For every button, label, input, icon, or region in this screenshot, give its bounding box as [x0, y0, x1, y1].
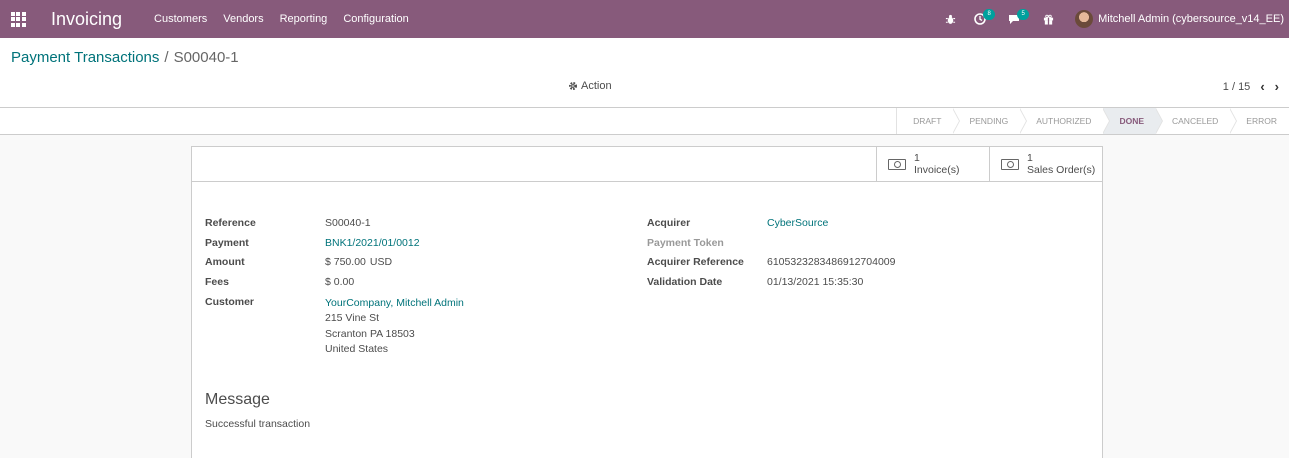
- stage-error: ERROR: [1246, 116, 1277, 126]
- control-panel: Payment Transactions / S00040-1 Action 1 /…: [0, 38, 1289, 108]
- customer-address-street: 215 Vine St: [325, 312, 380, 324]
- top-navbar: Invoicing Customers Vendors Reporting Co…: [0, 0, 1289, 38]
- breadcrumb-current: S00040-1: [173, 49, 239, 66]
- activity-badge: 8: [983, 9, 996, 20]
- invoices-label: Invoice(s): [914, 164, 960, 176]
- menu-reporting[interactable]: Reporting: [280, 13, 328, 25]
- pager-previous-icon[interactable]: ‹: [1260, 79, 1264, 94]
- activity-clock-icon[interactable]: 8: [965, 0, 996, 38]
- fees-label: Fees: [205, 276, 229, 288]
- gear-icon: [569, 82, 577, 90]
- breadcrumb-parent-link[interactable]: Payment Transactions: [11, 49, 159, 66]
- action-label: Action: [581, 80, 612, 92]
- pager: 1 / 15 ‹ ›: [1223, 79, 1279, 94]
- money-icon: [1001, 158, 1019, 170]
- app-name[interactable]: Invoicing: [51, 9, 122, 30]
- payment-label: Payment: [205, 237, 249, 249]
- message-title: Message: [205, 391, 270, 408]
- sales-orders-count: 1: [1027, 152, 1033, 164]
- payment-token-label: Payment Token: [647, 237, 724, 249]
- invoices-count: 1: [914, 152, 920, 164]
- status-bar: DRAFT PENDING AUTHORIZED DONE CANCELED E…: [0, 108, 1289, 135]
- money-icon: [888, 158, 906, 170]
- debug-bug-icon[interactable]: [935, 0, 965, 38]
- breadcrumb: Payment Transactions / S00040-1: [11, 49, 239, 66]
- stage-pending: PENDING: [953, 108, 1027, 134]
- pager-next-icon[interactable]: ›: [1275, 79, 1279, 94]
- customer-address-country: United States: [325, 343, 389, 355]
- form-sheet: 1 Invoice(s) 1 Sales Order(s) Reference …: [191, 146, 1103, 458]
- stage-draft: DRAFT: [896, 108, 961, 134]
- sales-orders-label: Sales Order(s): [1027, 164, 1096, 176]
- smart-button-box: 1 Invoice(s) 1 Sales Order(s): [876, 147, 1102, 182]
- reference-label: Reference: [205, 217, 256, 229]
- menu-vendors[interactable]: Vendors: [223, 13, 263, 25]
- stage-done: DONE: [1103, 108, 1163, 134]
- stage-canceled: CANCELED: [1156, 108, 1238, 134]
- customer-address-city: Scranton PA 18503: [325, 327, 415, 340]
- sales-orders-smart-button[interactable]: 1 Sales Order(s): [989, 147, 1102, 181]
- menu-configuration[interactable]: Configuration: [343, 13, 408, 25]
- messages-badge: 5: [1017, 9, 1030, 20]
- message-text: Successful transaction: [205, 418, 311, 430]
- right-field-group: Acquirer CyberSource Payment Token Acqui…: [647, 217, 1077, 296]
- fees-value: $ 0.00: [325, 276, 355, 288]
- amount-value: $ 750.00: [325, 256, 366, 268]
- breadcrumb-separator: /: [164, 49, 169, 66]
- validation-date-label: Validation Date: [647, 276, 723, 288]
- customer-label: Customer: [205, 296, 255, 308]
- acquirer-reference-value: 6105323283486912704009: [767, 256, 896, 268]
- apps-grid-icon: [10, 11, 26, 27]
- user-menu[interactable]: Mitchell Admin (cybersource_v14_EE): [1075, 10, 1284, 28]
- acquirer-link[interactable]: CyberSource: [767, 217, 828, 237]
- payment-link[interactable]: BNK1/2021/01/0012: [325, 237, 420, 256]
- reference-value: S00040-1: [325, 217, 371, 229]
- amount-label: Amount: [205, 256, 245, 268]
- pager-value[interactable]: 1 / 15: [1223, 81, 1251, 93]
- user-name: Mitchell Admin (cybersource_v14_EE): [1098, 13, 1284, 25]
- menu-customers[interactable]: Customers: [154, 13, 207, 25]
- stage-authorized: AUTHORIZED: [1020, 108, 1111, 134]
- amount-currency: USD: [369, 256, 393, 268]
- apps-menu-button[interactable]: [0, 0, 36, 38]
- customer-link[interactable]: YourCompany, Mitchell Admin: [325, 296, 464, 311]
- validation-date-value: 01/13/2021 15:35:30: [767, 276, 864, 288]
- left-field-group: Reference S00040-1 Payment BNK1/2021/01/…: [205, 217, 635, 358]
- gift-icon[interactable]: [1033, 0, 1063, 38]
- avatar: [1075, 10, 1094, 28]
- action-button[interactable]: Action: [568, 80, 612, 92]
- acquirer-label: Acquirer: [647, 217, 691, 229]
- messages-chat-icon[interactable]: 5: [999, 0, 1030, 38]
- acquirer-reference-label: Acquirer Reference: [647, 256, 744, 268]
- invoices-smart-button[interactable]: 1 Invoice(s): [876, 147, 989, 181]
